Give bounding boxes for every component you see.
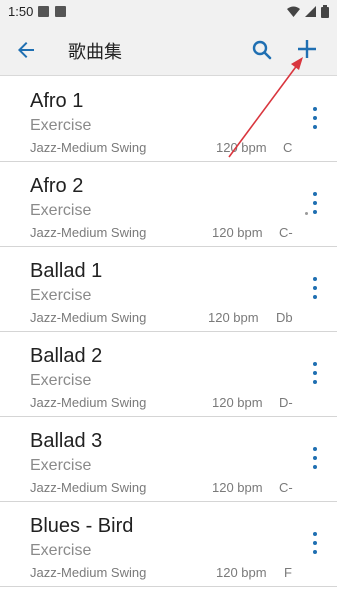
more-options-icon[interactable] [305, 532, 325, 554]
wifi-icon [287, 6, 300, 17]
back-arrow-icon[interactable] [14, 38, 38, 62]
song-key: D- [279, 395, 293, 410]
song-key: C- [279, 480, 293, 495]
page-title: 歌曲集 [68, 42, 122, 63]
song-tempo: 120 bpm [216, 140, 267, 155]
song-tempo: 120 bpm [212, 395, 263, 410]
more-options-icon[interactable] [305, 192, 325, 214]
more-options-icon[interactable] [305, 277, 325, 299]
more-options-icon[interactable] [305, 107, 325, 129]
system-icons [287, 5, 329, 18]
song-tempo: 120 bpm [212, 225, 263, 240]
list-item[interactable]: Ballad 2 Exercise Jazz-Medium Swing 120 … [0, 332, 337, 417]
song-style: Jazz-Medium Swing [30, 565, 147, 580]
song-style: Jazz-Medium Swing [30, 140, 147, 155]
list-item[interactable]: Afro 1 Exercise Jazz-Medium Swing 120 bp… [0, 77, 337, 162]
notification-icons [38, 6, 66, 17]
song-title: Blues - Bird [30, 515, 134, 537]
more-options-icon[interactable] [305, 447, 325, 469]
song-subtitle: Exercise [30, 457, 92, 474]
song-tempo: 120 bpm [212, 480, 263, 495]
notification-icon [38, 6, 49, 17]
list-item[interactable]: Ballad 3 Exercise Jazz-Medium Swing 120 … [0, 417, 337, 502]
song-title: Ballad 3 [30, 430, 103, 452]
list-item[interactable]: Afro 2 Exercise Jazz-Medium Swing 120 bp… [0, 162, 337, 247]
image-notification-icon [55, 6, 66, 17]
battery-icon [321, 5, 329, 18]
song-title: Ballad 1 [30, 260, 103, 282]
song-style: Jazz-Medium Swing [30, 395, 147, 410]
list-item[interactable]: Blues - Bird Exercise Jazz-Medium Swing … [0, 502, 337, 587]
more-options-icon[interactable] [305, 362, 325, 384]
song-style: Jazz-Medium Swing [30, 480, 147, 495]
song-subtitle: Exercise [30, 287, 92, 304]
song-subtitle: Exercise [30, 117, 92, 134]
song-subtitle: Exercise [30, 542, 92, 559]
song-subtitle: Exercise [30, 202, 92, 219]
add-icon[interactable] [294, 36, 320, 62]
song-title: Ballad 2 [30, 345, 103, 367]
song-key: Db [276, 310, 293, 325]
app-bar: 歌曲集 [0, 24, 337, 76]
signal-icon [305, 6, 316, 17]
song-title: Afro 2 [30, 175, 84, 197]
song-tempo: 120 bpm [208, 310, 259, 325]
song-key: F [284, 565, 292, 580]
search-icon[interactable] [250, 38, 274, 62]
song-subtitle: Exercise [30, 372, 92, 389]
song-list: Afro 1 Exercise Jazz-Medium Swing 120 bp… [0, 77, 337, 587]
song-title: Afro 1 [30, 90, 84, 112]
song-style: Jazz-Medium Swing [30, 310, 147, 325]
scroll-marker [305, 212, 308, 215]
status-bar: 1:50 [0, 0, 337, 24]
song-style: Jazz-Medium Swing [30, 225, 147, 240]
list-item[interactable]: Ballad 1 Exercise Jazz-Medium Swing 120 … [0, 247, 337, 332]
song-key: C- [279, 225, 293, 240]
song-tempo: 120 bpm [216, 565, 267, 580]
song-key: C [283, 140, 293, 155]
status-time: 1:50 [8, 4, 34, 19]
